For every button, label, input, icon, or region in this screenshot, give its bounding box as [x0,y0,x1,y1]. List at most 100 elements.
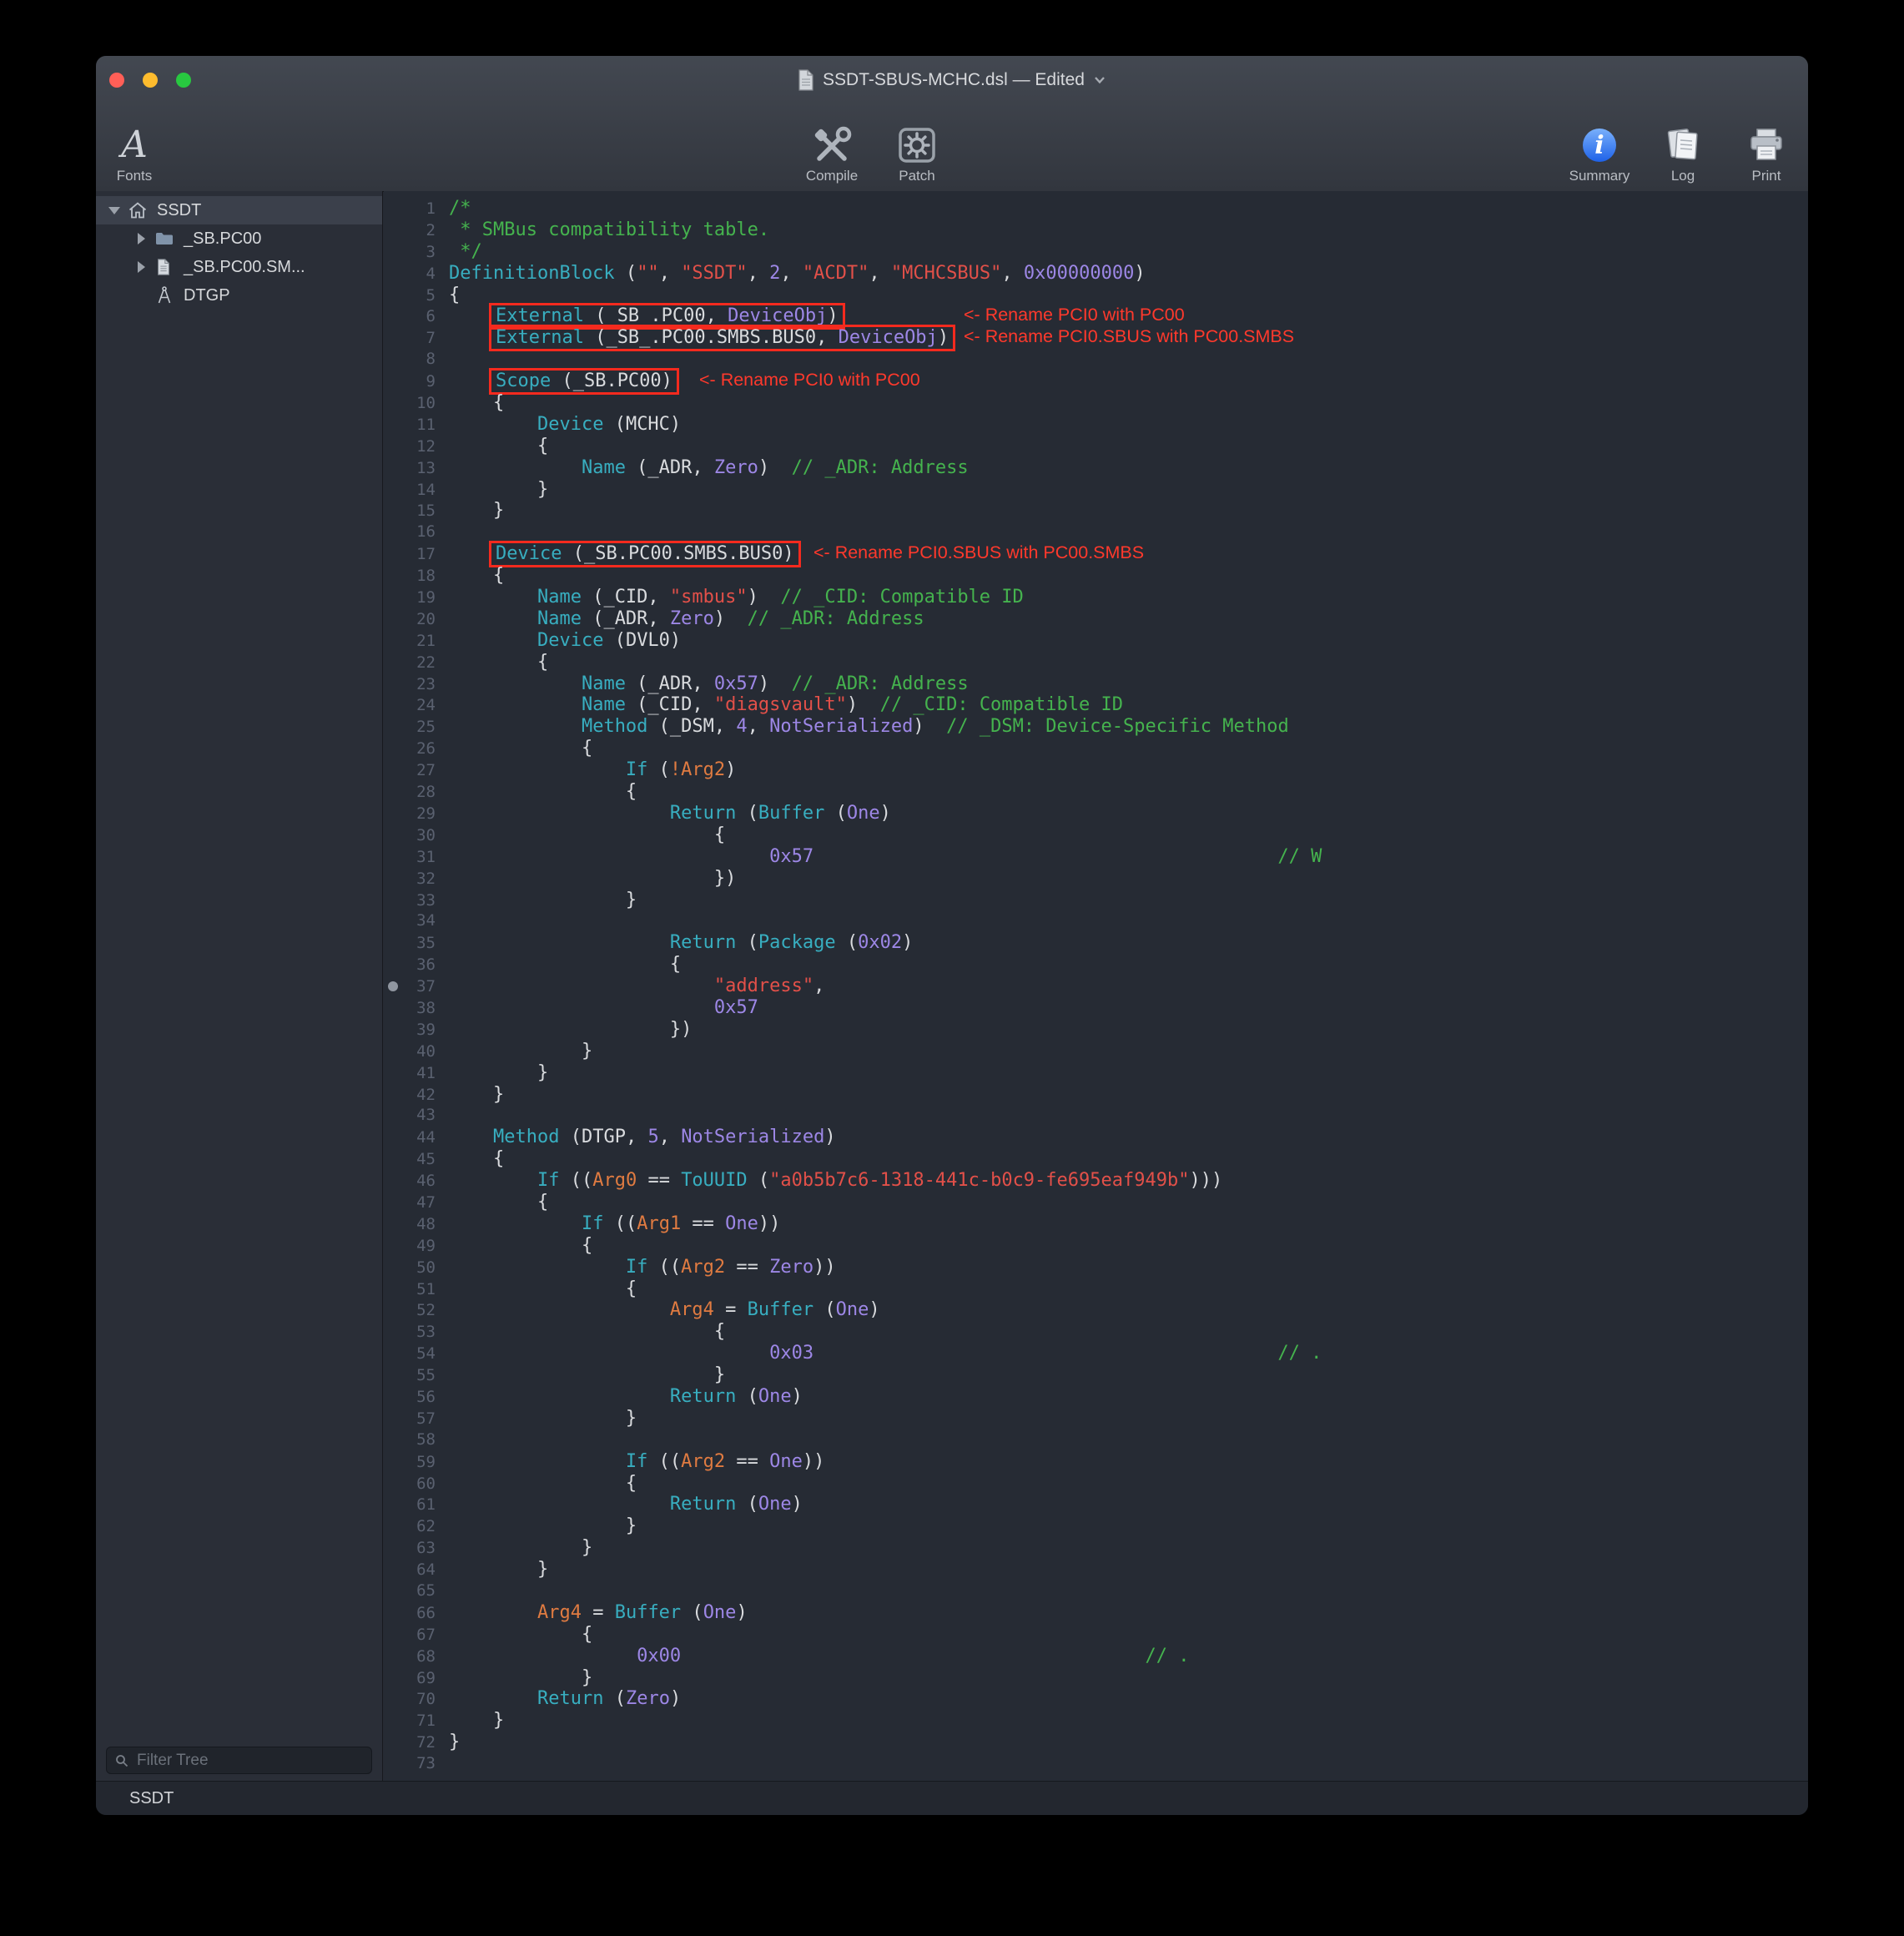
fonts-icon: A [121,125,148,165]
svg-text:i: i [1594,131,1604,160]
document-icon [154,257,176,277]
filter-tree-field[interactable] [106,1747,372,1774]
line-number: 54 [384,1344,449,1365]
line-number: 36 [384,955,449,976]
code-line: 62 } [384,1515,1808,1537]
code-line: 15 } [384,500,1808,522]
code-line: 10 { [384,392,1808,414]
line-number: 47 [384,1192,449,1214]
filter-tree-input[interactable] [135,1751,363,1771]
code-editor[interactable]: 1/*2 * SMBus compatibility table.3 */4De… [384,191,1808,1782]
patch-button[interactable]: Patch [879,108,955,184]
line-number: 71 [384,1711,449,1732]
code-line: 12 { [384,436,1808,457]
line-number: 12 [384,436,449,458]
rename-annotation: <- Rename PCI0 with PC00 [964,305,1185,326]
code-line: 59 If ((Arg2 == One)) [384,1451,1808,1473]
line-marker-dot [388,981,398,991]
line-number: 50 [384,1258,449,1279]
log-pages-icon [1663,125,1703,165]
sidebar-item-label: DTGP [184,286,230,305]
sidebar-item-sb-pc00[interactable]: _SB.PC00 [96,224,382,253]
method-compass-icon [154,285,176,305]
summary-button[interactable]: i Summary [1561,108,1638,184]
disclosure-right-icon[interactable] [134,233,148,245]
code-line: 73 [384,1753,1808,1775]
line-number: 33 [384,890,449,912]
code-line: 72} [384,1732,1808,1753]
home-icon [128,200,149,220]
line-number: 13 [384,458,449,480]
line-number: 24 [384,695,449,717]
line-number: 59 [384,1452,449,1474]
printer-icon [1746,125,1786,165]
line-number: 64 [384,1560,449,1581]
line-number: 20 [384,609,449,631]
compile-label: Compile [806,168,858,184]
fonts-label: Fonts [117,168,153,184]
code-line: 64 } [384,1559,1808,1581]
sidebar-item-label: SSDT [157,201,201,220]
code-line: 37 "address", [384,976,1808,997]
rename-annotation: <- Rename PCI0.SBUS with PC00.SMBS [813,542,1144,564]
code-line: 31 0x57 // W [384,846,1808,868]
print-button[interactable]: Print [1728,108,1805,184]
code-line: 49 { [384,1235,1808,1257]
line-number: 70 [384,1689,449,1711]
ssdt-tree: SSDT _SB.PC00 [96,191,382,310]
line-number: 61 [384,1495,449,1516]
line-number: 7 [384,328,449,350]
line-number: 41 [384,1063,449,1085]
sidebar-item-ssdt[interactable]: SSDT [96,196,382,224]
log-button[interactable]: Log [1645,108,1721,184]
code-line: 35 Return (Package (0x02) [384,932,1808,954]
compile-tools-icon [810,125,854,165]
line-number: 46 [384,1171,449,1192]
line-number: 65 [384,1581,449,1602]
code-line: 38 0x57 [384,997,1808,1019]
patch-label: Patch [899,168,934,184]
code-line: 68 0x00 // . [384,1646,1808,1667]
code-line: 13 Name (_ADR, Zero) // _ADR: Address [384,457,1808,479]
code-line: 23 Name (_ADR, 0x57) // _ADR: Address [384,673,1808,695]
compile-button[interactable]: Compile [793,108,870,184]
title-chevron-down-icon[interactable] [1093,75,1106,85]
info-circle-icon: i [1580,125,1619,165]
disclosure-right-icon[interactable] [134,261,148,273]
line-number: 57 [384,1409,449,1430]
line-number: 21 [384,631,449,653]
line-number: 28 [384,782,449,804]
sidebar: SSDT _SB.PC00 [96,191,383,1782]
line-number: 8 [384,349,449,371]
line-number: 39 [384,1020,449,1041]
fonts-button[interactable]: A Fonts [99,108,169,184]
line-number: 44 [384,1127,449,1149]
line-number: 27 [384,760,449,782]
sidebar-item-label: _SB.PC00.SM... [184,258,305,277]
line-number: 62 [384,1516,449,1538]
code-line: 67 { [384,1624,1808,1646]
code-line: 9 Scope (_SB.PC00)<- Rename PCI0 with PC… [384,371,1808,392]
code-line: 34 [384,910,1808,932]
line-number: 22 [384,653,449,674]
line-number: 56 [384,1387,449,1409]
line-number: 25 [384,717,449,739]
titlebar: SSDT-SBUS-MCHC.dsl — Edited [96,65,1808,95]
highlight-box: Device (_SB.PC00.SMBS.BUS0) [489,541,801,567]
line-number: 52 [384,1300,449,1322]
code-line: 63 } [384,1537,1808,1559]
summary-label: Summary [1569,168,1630,184]
sidebar-item-sb-pc00-sm[interactable]: _SB.PC00.SM... [96,253,382,281]
folder-icon [154,229,176,249]
line-number: 58 [384,1429,449,1451]
code-line: 36 { [384,954,1808,976]
code-line: 30 { [384,824,1808,846]
code-lines: 1/*2 * SMBus compatibility table.3 */4De… [384,198,1808,1775]
line-number: 73 [384,1753,449,1775]
line-number: 5 [384,285,449,307]
sidebar-item-dtgp[interactable]: DTGP [96,281,382,310]
document-proxy-icon[interactable] [798,69,814,91]
code-line: 66 Arg4 = Buffer (One) [384,1602,1808,1624]
disclosure-down-icon[interactable] [108,207,121,214]
code-line: 39 }) [384,1019,1808,1041]
